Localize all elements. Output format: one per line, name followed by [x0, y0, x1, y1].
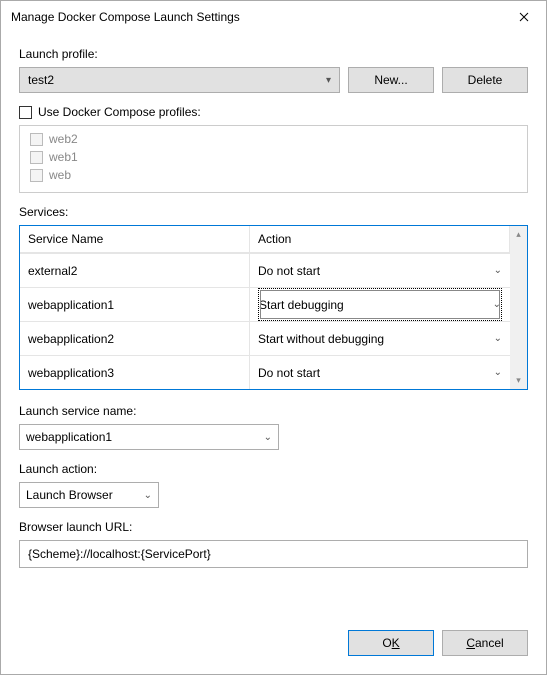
service-name-cell[interactable]: webapplication2	[20, 321, 250, 355]
dialog-window: Manage Docker Compose Launch Settings La…	[0, 0, 547, 675]
chevron-down-icon: ⌄	[494, 367, 502, 378]
delete-button[interactable]: Delete	[442, 67, 528, 93]
launch-service-name-label: Launch service name:	[19, 404, 528, 418]
chevron-down-icon: ⌄	[144, 490, 152, 501]
service-action-select[interactable]: Do not start ⌄	[258, 254, 502, 287]
chevron-down-icon: ⌄	[494, 333, 502, 344]
compose-profile-item: web	[30, 168, 517, 182]
launch-action-label: Launch action:	[19, 462, 528, 476]
service-action-cell: Do not start ⌄	[250, 355, 510, 389]
service-name-cell[interactable]: external2	[20, 253, 250, 287]
chevron-down-icon: ▾	[326, 75, 331, 86]
compose-profile-checkbox[interactable]	[30, 169, 43, 182]
table-row: external2 Do not start ⌄	[20, 253, 510, 287]
chevron-down-icon: ⌄	[264, 432, 272, 443]
close-icon	[519, 12, 529, 22]
service-name-cell[interactable]: webapplication1	[20, 287, 250, 321]
service-name-cell[interactable]: webapplication3	[20, 355, 250, 389]
browser-url-value: {Scheme}://localhost:{ServicePort}	[28, 547, 211, 561]
table-row: webapplication3 Do not start ⌄	[20, 355, 510, 389]
services-header-action[interactable]: Action	[250, 226, 510, 253]
services-header-row: Service Name Action	[20, 226, 510, 253]
service-action-value: Do not start	[258, 264, 320, 278]
compose-profile-item: web2	[30, 132, 517, 146]
service-action-cell: Start without debugging ⌄	[250, 321, 510, 355]
titlebar: Manage Docker Compose Launch Settings	[1, 1, 546, 33]
compose-profile-label: web2	[49, 132, 78, 146]
service-action-cell: Do not start ⌄	[250, 253, 510, 287]
chevron-down-icon: ⌄	[493, 299, 501, 310]
scroll-up-button[interactable]: ▴	[510, 226, 527, 243]
compose-profile-checkbox[interactable]	[30, 133, 43, 146]
service-action-select[interactable]: Do not start ⌄	[258, 356, 502, 389]
compose-profile-item: web1	[30, 150, 517, 164]
use-profiles-checkbox[interactable]	[19, 106, 32, 119]
launch-service-name-value: webapplication1	[26, 430, 112, 444]
service-action-value: Start without debugging	[258, 332, 384, 346]
services-scrollbar[interactable]: ▴ ▾	[510, 226, 527, 389]
compose-profile-label: web	[49, 168, 71, 182]
close-button[interactable]	[501, 1, 546, 33]
services-table: Service Name Action external2Do not star…	[19, 225, 528, 390]
services-header-name[interactable]: Service Name	[20, 226, 250, 253]
scroll-down-button[interactable]: ▾	[510, 372, 527, 389]
service-action-value: Start debugging	[259, 298, 344, 312]
services-label: Services:	[19, 205, 528, 219]
compose-profiles-list: web2 web1 web	[19, 125, 528, 193]
browser-url-label: Browser launch URL:	[19, 520, 528, 534]
dialog-title: Manage Docker Compose Launch Settings	[11, 10, 501, 24]
browser-url-input[interactable]: {Scheme}://localhost:{ServicePort}	[19, 540, 528, 568]
launch-profile-value: test2	[28, 73, 54, 87]
service-action-cell: Start debugging ⌄	[250, 287, 510, 321]
dialog-body: Launch profile: test2 ▾ New... Delete Us…	[1, 33, 546, 674]
compose-profile-checkbox[interactable]	[30, 151, 43, 164]
table-row: webapplication1 Start debugging ⌄	[20, 287, 510, 321]
chevron-down-icon: ⌄	[494, 265, 502, 276]
launch-action-value: Launch Browser	[26, 488, 113, 502]
launch-service-name-select[interactable]: webapplication1 ⌄	[19, 424, 279, 450]
compose-profile-label: web1	[49, 150, 78, 164]
launch-profile-label: Launch profile:	[19, 47, 528, 61]
service-action-value: Do not start	[258, 366, 320, 380]
ok-button[interactable]: OK	[348, 630, 434, 656]
table-row: webapplication2 Start without debugging ⌄	[20, 321, 510, 355]
launch-profile-select[interactable]: test2 ▾	[19, 67, 340, 93]
dialog-footer: OK Cancel	[19, 630, 528, 656]
launch-action-select[interactable]: Launch Browser ⌄	[19, 482, 159, 508]
new-button[interactable]: New...	[348, 67, 434, 93]
cancel-button[interactable]: Cancel	[442, 630, 528, 656]
use-profiles-label: Use Docker Compose profiles:	[38, 105, 201, 119]
service-action-select[interactable]: Start debugging ⌄	[258, 288, 502, 321]
service-action-select[interactable]: Start without debugging ⌄	[258, 322, 502, 355]
